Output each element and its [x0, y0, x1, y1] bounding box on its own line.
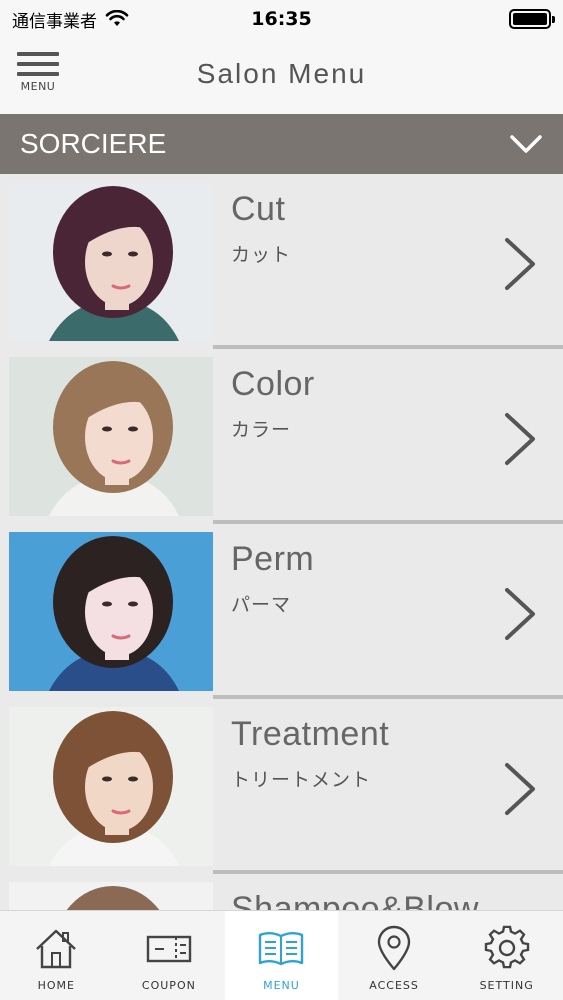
- menu-item-photo: [9, 357, 213, 516]
- chevron-right-icon: [505, 238, 535, 290]
- tab-access[interactable]: ACCESS: [338, 911, 451, 1000]
- menu-item-info: Treatment トリートメント: [213, 699, 563, 874]
- menu-item-photo: [9, 882, 213, 910]
- menu-item-photo: [9, 532, 213, 691]
- menu-item-title: Shampoo&Blow: [231, 890, 479, 910]
- menu-item-subtitle: トリートメント: [231, 769, 372, 791]
- tab-label: COUPON: [141, 979, 196, 992]
- page-title: Salon Menu: [196, 58, 367, 89]
- menu-item-shampoo-blow[interactable]: Shampoo&Blow: [0, 874, 563, 910]
- tab-bar: HOME COUPON MENU ACCESS SETTING: [0, 910, 563, 1000]
- menu-item-info: Cut カット: [213, 174, 563, 349]
- tab-label: HOME: [37, 979, 75, 992]
- book-icon: [258, 925, 304, 975]
- tab-setting[interactable]: SETTING: [450, 911, 563, 1000]
- nav-header: MENU Salon Menu: [0, 38, 563, 114]
- status-left: 通信事業者: [12, 7, 129, 32]
- chevron-right-icon: [505, 763, 535, 815]
- hamburger-icon-bar: [17, 52, 59, 56]
- menu-item-info: Color カラー: [213, 349, 563, 524]
- home-icon: [33, 925, 79, 975]
- menu-item-perm[interactable]: Perm パーマ: [0, 524, 563, 699]
- tab-coupon[interactable]: COUPON: [113, 911, 226, 1000]
- battery-icon: [509, 9, 555, 29]
- coupon-icon: [146, 925, 192, 975]
- salon-selector[interactable]: SORCIERE: [0, 114, 563, 174]
- gear-icon: [484, 925, 530, 975]
- salon-name: SORCIERE: [20, 128, 167, 159]
- menu-item-cut[interactable]: Cut カット: [0, 174, 563, 349]
- map-pin-icon: [371, 925, 417, 975]
- chevron-right-icon: [505, 413, 535, 465]
- menu-item-color[interactable]: Color カラー: [0, 349, 563, 524]
- carrier-name: 通信事業者: [12, 11, 97, 32]
- menu-item-treatment[interactable]: Treatment トリートメント: [0, 699, 563, 874]
- chevron-down-icon: [510, 135, 542, 153]
- wifi-icon: [105, 10, 129, 26]
- menu-item-subtitle: カット: [231, 244, 292, 266]
- menu-item-subtitle: パーマ: [231, 594, 292, 616]
- tab-label: MENU: [263, 979, 300, 992]
- menu-item-title: Color: [231, 365, 315, 403]
- menu-item-photo: [9, 707, 213, 866]
- menu-list: Cut カット Color カラー Perm パーマ Treatment トリートメント Sha…: [0, 174, 563, 910]
- tab-label: SETTING: [479, 979, 534, 992]
- menu-item-info: Perm パーマ: [213, 524, 563, 699]
- menu-item-photo: [9, 182, 213, 341]
- tab-label: ACCESS: [369, 979, 419, 992]
- menu-item-title: Perm: [231, 540, 315, 578]
- menu-item-subtitle: カラー: [231, 419, 292, 441]
- menu-item-info: Shampoo&Blow: [213, 874, 563, 910]
- chevron-right-icon: [505, 588, 535, 640]
- tab-menu[interactable]: MENU: [225, 911, 338, 1000]
- tab-home[interactable]: HOME: [0, 911, 113, 1000]
- menu-item-title: Treatment: [231, 715, 390, 753]
- menu-item-title: Cut: [231, 190, 286, 228]
- status-bar: 通信事業者 16:35: [0, 0, 563, 38]
